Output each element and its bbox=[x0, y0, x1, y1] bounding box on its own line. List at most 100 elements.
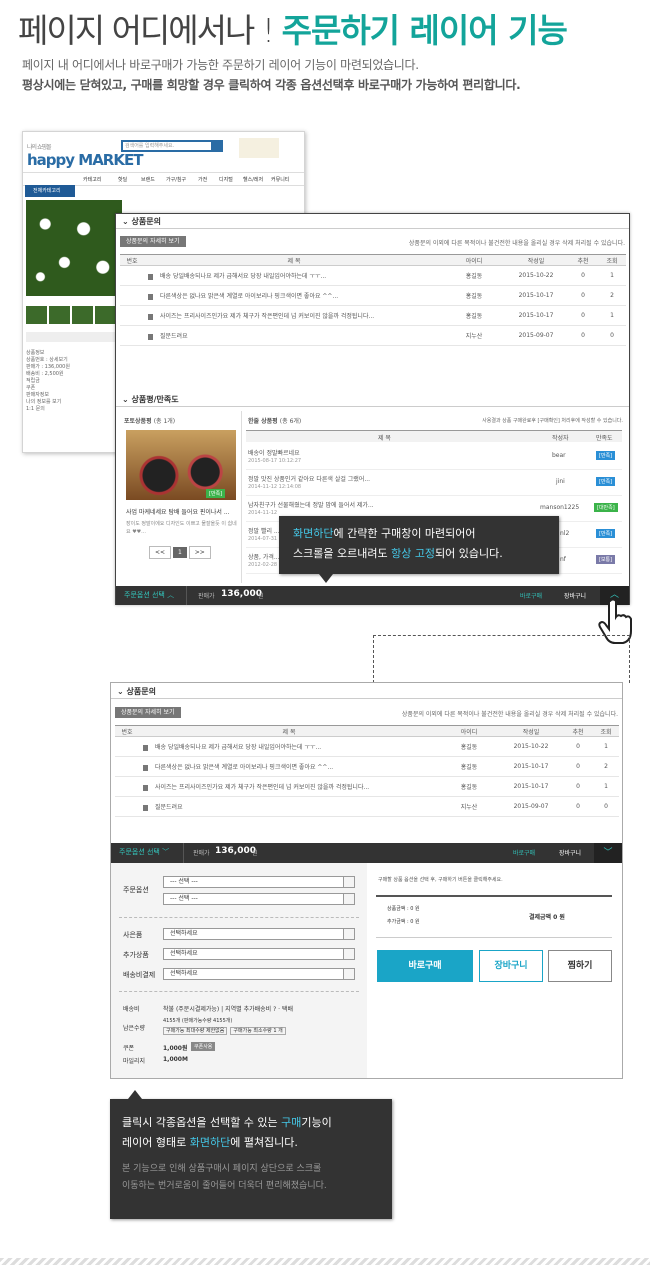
nav-item[interactable]: 브랜드 bbox=[141, 176, 155, 183]
order-options-toggle[interactable]: 주문옵션 선택 ﹀ bbox=[119, 847, 169, 857]
price-unit: 원 bbox=[258, 593, 264, 600]
divider bbox=[186, 586, 187, 605]
price-unit: 원 bbox=[252, 850, 258, 857]
buy-now-button[interactable]: 바로구매 bbox=[520, 591, 542, 600]
review-row[interactable]: 배송이 정말빠르네요 2015-08-17 10:12:27 bear [만족] bbox=[246, 446, 622, 470]
review-title: ⌄ 상품평/만족도 bbox=[122, 395, 179, 404]
tooltip-description: 본 기능으로 인해 상품구매시 페이지 상단으로 스크롤 이동하는 번거로움이 줄… bbox=[122, 1164, 327, 1191]
divider bbox=[241, 411, 242, 583]
table-row[interactable]: 다른색상은 없나요 밝은색 계열로 아이보리나 핑크색이면 좋아요 ^^... 홍… bbox=[115, 756, 619, 777]
divider bbox=[116, 228, 629, 229]
qa-title: ⌄ 상품문의 bbox=[122, 217, 161, 226]
price-label: 판매가 bbox=[193, 850, 210, 857]
coupon-value: 1,000원 bbox=[163, 1045, 188, 1052]
order-guide: 구매할 상품 옵션을 선택 후, 구매하기 버튼을 클릭해주세요. bbox=[378, 877, 503, 883]
option-select-2[interactable]: --- 선택 --- bbox=[163, 893, 355, 905]
tooltip-fixed-bar: 화면하단에 간략한 구매창이 마련되어어 스크롤을 오르내려도 항상 고정되어 … bbox=[279, 516, 559, 583]
shop-nav: 카테고리 핫딜 브랜드 가구/침구 가전 디지털 헬스/레저 커뮤니티 bbox=[23, 172, 304, 186]
nav-item[interactable]: 핫딜 bbox=[118, 176, 127, 183]
wishlist-button[interactable]: 찜하기 bbox=[548, 950, 612, 982]
page-button[interactable]: 1 bbox=[172, 547, 187, 558]
col-header: 작성일 bbox=[504, 254, 568, 266]
footer-stripe bbox=[0, 1258, 650, 1265]
qa-detail-button[interactable]: 상품문의 자세히 보기 bbox=[115, 707, 181, 718]
photo-review-caption[interactable]: 사업 마케네세요 탐배 들어요 핀이나서 ... bbox=[126, 507, 238, 516]
nav-item[interactable]: 카테고리 bbox=[83, 176, 101, 183]
col-header: 아이디 bbox=[444, 254, 504, 266]
addon-label: 추가상품 bbox=[123, 951, 149, 959]
nav-item[interactable]: 디지털 bbox=[219, 176, 233, 183]
table-row[interactable]: 질문드려요 지누산 2015-09-07 0 0 bbox=[115, 796, 619, 817]
qa-title: ⌄ 상품문의 bbox=[117, 687, 156, 696]
table-row[interactable]: 질문드려요 지누산 2015-09-07 0 0 bbox=[120, 325, 626, 346]
coupon-button[interactable]: 쿠폰사용 bbox=[191, 1042, 216, 1051]
remain-label: 남은수량 bbox=[123, 1025, 146, 1032]
buy-now-button[interactable]: 바로구매 bbox=[513, 848, 535, 857]
option-select-1[interactable]: --- 선택 --- bbox=[163, 876, 355, 888]
divider bbox=[119, 917, 359, 918]
photo-review-text: 장이도 정말이에요 디자인도 이쁘고 물잘올듯 이 쉽네요 ♥♥... bbox=[126, 521, 237, 535]
price-value: 136,000 bbox=[215, 846, 256, 856]
next-page-button[interactable]: >> bbox=[188, 546, 211, 559]
collapse-down-icon[interactable]: ﹀ bbox=[594, 843, 622, 863]
buy-now-large-button[interactable]: 바로구매 bbox=[377, 950, 473, 982]
divider bbox=[119, 991, 359, 992]
nav-item[interactable]: 가전 bbox=[198, 176, 207, 183]
product-amount: 상품금액 : 0 원 bbox=[387, 906, 420, 912]
review-row[interactable]: 정말 맛진 상품인거 같아요 다른색 살걸 그랬어... 2014-11-12 1… bbox=[246, 472, 622, 496]
col-header: 추천 bbox=[568, 254, 598, 266]
search-icon[interactable] bbox=[213, 140, 223, 152]
mileage-value: 1,000M bbox=[163, 1056, 188, 1063]
divider bbox=[183, 843, 184, 863]
divider bbox=[376, 895, 612, 897]
shop-search-input[interactable]: 검색어를 입력해주세요. bbox=[121, 140, 213, 152]
shop-sidebar-info: 상품정보 상품번호 : 상세보기 판매가 : 136,000원 배송비 : 2,500… bbox=[26, 350, 70, 412]
nav-item[interactable]: 가구/침구 bbox=[166, 176, 186, 183]
table-row[interactable]: 배송 당일배송되나요 제가 급해서요 당장 내일입어야하는데 ㅜㅜ... 홍길동 2… bbox=[120, 265, 626, 286]
table-row[interactable]: 다른색상은 없나요 밝은색 계열로 아이보리나 핑크색이면 좋아요 ^^... 홍… bbox=[120, 285, 626, 306]
col-header: 조회 bbox=[593, 725, 619, 737]
order-options-toggle[interactable]: 주문옵션 선택 ︿ bbox=[124, 590, 174, 600]
category-button[interactable]: 전체카테고리 bbox=[25, 185, 75, 197]
cart-button[interactable]: 장바구니 bbox=[559, 848, 581, 857]
shipping-value: 착불 (주문시결제가능) | 지역별 추가배송비 ? · 택배 bbox=[163, 1006, 294, 1013]
table-row[interactable]: 사이즈는 프리사이즈인가요 제가 체구가 작은편인데 넘 커보이진 않을까 걱정… bbox=[120, 305, 626, 326]
photo-review-title: 포토상품평 (총 1개) bbox=[124, 418, 176, 425]
nav-item[interactable]: 커뮤니티 bbox=[271, 176, 289, 183]
coupon-label: 쿠폰 bbox=[123, 1045, 135, 1052]
table-row[interactable]: 배송 당일배송되나요 제가 급해서요 당장 내일입어야하는데 ㅜㅜ... 홍길동 2… bbox=[115, 736, 619, 757]
gift-label: 사은품 bbox=[123, 931, 143, 939]
qa-table: 번호 제 목 아이디 작성일 추천 조회 배송 당일배송되나요 제가 급해서요 당장 내일… bbox=[115, 725, 619, 817]
divider bbox=[111, 698, 622, 699]
price-label: 판매가 bbox=[198, 593, 215, 600]
col-header: 추천 bbox=[563, 725, 593, 737]
col-header: 작성일 bbox=[499, 725, 563, 737]
remain-limits: 구매가능 최대수량 제한없음 구매가능 최소수량 1 개 bbox=[163, 1027, 286, 1035]
shipping-pay-select[interactable]: 선택하세요 bbox=[163, 968, 355, 980]
product-thumbnails[interactable] bbox=[26, 306, 122, 326]
gift-select[interactable]: 선택하세요 bbox=[163, 928, 355, 940]
order-option-label: 주문옵션 bbox=[123, 886, 149, 894]
divider bbox=[376, 937, 612, 938]
shipping-label: 배송비 bbox=[123, 1006, 140, 1013]
nav-item[interactable]: 헬스/레저 bbox=[243, 176, 263, 183]
col-header: 제 목 bbox=[144, 254, 444, 266]
page-heading: 페이지 어디에서나 ! 주문하기 레이어 기능 bbox=[18, 4, 568, 52]
qa-detail-button[interactable]: 상품문의 자세히 보기 bbox=[120, 236, 186, 247]
mileage-label: 마일리지 bbox=[123, 1058, 146, 1065]
shipping-pay-label: 배송비결제 bbox=[123, 971, 156, 979]
order-bar-expanded: 주문옵션 선택 ﹀ 판매가 136,000 원 바로구매 장바구니 ﹀ bbox=[111, 843, 622, 863]
pay-amount: 결제금액 0 원 bbox=[529, 914, 565, 921]
col-header: 제 목 bbox=[139, 725, 439, 737]
qa-note: 상품문의 이외에 다른 목적이나 불건전한 내용을 올리실 경우 삭제 처리될 … bbox=[401, 711, 618, 718]
intro-line1: 페이지 내 어디에서나 바로구매가 가능한 주문하기 레이어 기능이 마련되었습… bbox=[22, 58, 419, 72]
addon-select[interactable]: 선택하세요 bbox=[163, 948, 355, 960]
cart-large-button[interactable]: 장바구니 bbox=[479, 950, 543, 982]
cart-button[interactable]: 장바구니 bbox=[564, 591, 586, 600]
intro-line2: 평상시에는 닫혀있고, 구매를 희망할 경우 클릭하여 각종 옵션선택후 바로구… bbox=[22, 78, 521, 92]
review-table-header: 제 목 작성자 만족도 bbox=[246, 430, 622, 442]
divider bbox=[116, 406, 629, 407]
prev-page-button[interactable]: << bbox=[149, 546, 172, 559]
order-bar-collapsed: 주문옵션 선택 ︿ 판매가 136,000 원 바로구매 장바구니 ︿ bbox=[116, 586, 629, 605]
table-row[interactable]: 사이즈는 프리사이즈인가요 제가 체구가 작은편인데 넘 커보이진 않을까 걱정… bbox=[115, 776, 619, 797]
